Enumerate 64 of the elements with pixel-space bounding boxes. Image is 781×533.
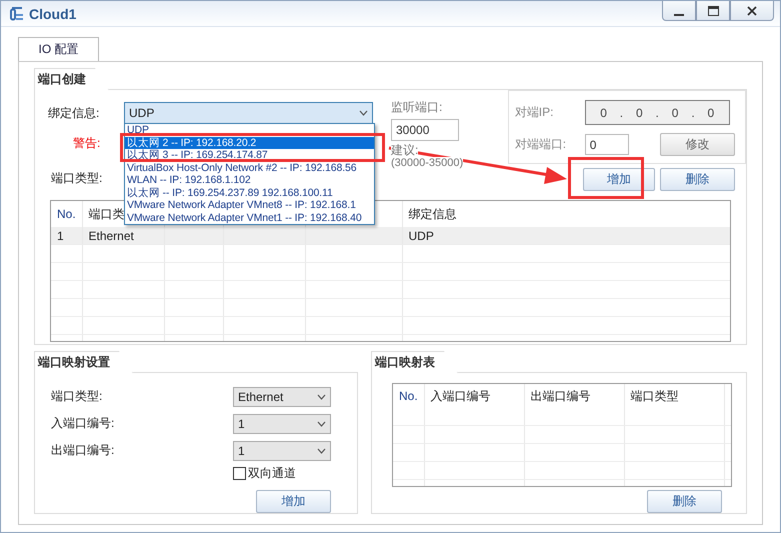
field-label: 对端IP:	[514, 104, 554, 121]
field-label: 监听端口:	[391, 99, 444, 116]
table-cell: UDP	[408, 228, 434, 242]
dropdown[interactable]: 1	[233, 414, 331, 434]
add-button[interactable]: 增加	[256, 490, 331, 513]
group-title: 端口映射设置	[34, 351, 133, 373]
field-label: 端口类型:	[51, 388, 104, 405]
warning-label: 警告:	[73, 135, 100, 152]
chevron-down-icon	[317, 394, 326, 400]
maximize-button[interactable]	[696, 1, 730, 21]
ip-octet: 0	[636, 106, 643, 120]
dropdown-option[interactable]: UDP	[125, 124, 374, 136]
chevron-down-icon	[359, 110, 368, 116]
ip-octet: 0	[672, 106, 678, 120]
field-label: 入端口编号:	[51, 415, 116, 432]
add-button[interactable]: 增加	[582, 168, 655, 191]
dropdown-option[interactable]: VMware Network Adapter VMnet1 -- IP: 192.168.40	[125, 212, 374, 224]
hint-text: (30000-35000)	[391, 157, 464, 169]
column-header: No.	[399, 389, 418, 403]
dropdown-option[interactable]: 以太网 -- IP: 169.254.237.89 192.168.100.11	[125, 186, 374, 199]
minimize-icon	[674, 14, 684, 16]
dropdown-option[interactable]: 以太网 2 -- IP: 192.168.20.2	[125, 136, 374, 149]
column-header: 入端口编号	[430, 388, 490, 402]
ip-dot: .	[691, 106, 695, 120]
input-field[interactable]: 30000	[391, 119, 459, 141]
ip-dot: .	[620, 106, 624, 120]
chevron-down-icon	[317, 420, 326, 426]
close-button[interactable]	[730, 1, 774, 21]
group-title: 端口映射表	[371, 351, 458, 373]
dropdown[interactable]: 1	[233, 440, 331, 460]
column-header: 端口类型	[630, 388, 678, 402]
dropdown-option[interactable]: 以太网 3 -- IP: 169.254.174.87	[125, 149, 374, 162]
checkbox-label: 双向通道	[248, 465, 296, 482]
dropdown-option[interactable]: VMware Network Adapter VMnet8 -- IP: 192.168.1	[125, 199, 374, 212]
dropdown[interactable]: Ethernet	[233, 386, 331, 406]
input-field[interactable]: 0	[584, 134, 629, 155]
column-header: No.	[57, 207, 76, 221]
column-header: 绑定信息	[408, 206, 456, 220]
table-cell: Ethernet	[88, 228, 134, 242]
delete-button[interactable]: 删除	[647, 490, 722, 513]
ip-dot: .	[656, 106, 659, 120]
tab[interactable]: IO 配置	[18, 37, 99, 61]
dropdown-option[interactable]: VirtualBox Host-Only Network #2 -- IP: 192.168.56	[125, 162, 374, 174]
close-icon	[747, 6, 757, 16]
chevron-down-icon	[317, 448, 326, 454]
dropdown[interactable]: UDP	[124, 102, 373, 124]
window-title: Cloud1	[29, 6, 76, 22]
ip-address-field[interactable]: 0 . 0 . 0 . 0	[584, 100, 730, 125]
minimize-button[interactable]	[662, 1, 696, 21]
field-label: 绑定信息:	[48, 104, 100, 122]
field-label: 对端端口:	[514, 136, 568, 153]
ip-octet: 0	[600, 106, 607, 120]
dropdown-option[interactable]: WLAN -- IP: 192.168.1.102	[125, 174, 374, 186]
delete-button[interactable]: 删除	[660, 168, 735, 191]
group-title: 端口创建	[34, 68, 109, 90]
ip-octet: 0	[708, 106, 714, 120]
hint-label: 建议:	[391, 143, 418, 157]
table-cell: 1	[57, 228, 64, 242]
checkbox[interactable]	[233, 467, 246, 480]
column-header: 出端口编号	[530, 388, 590, 402]
column-header: 端口类	[88, 206, 124, 220]
field-label: 端口类型:	[51, 170, 102, 187]
maximize-icon	[708, 6, 718, 16]
field-label: 出端口编号:	[51, 442, 116, 459]
